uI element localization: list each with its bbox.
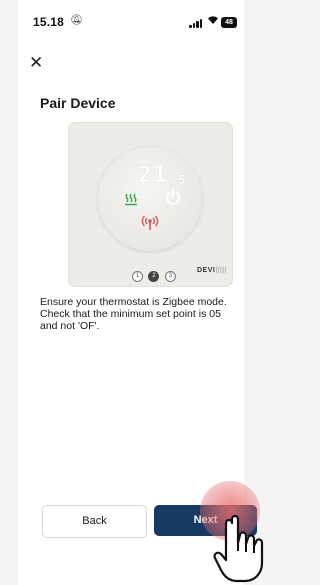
display-temperature: 21 — [138, 163, 169, 188]
bell-off-icon: 🔕︎ — [70, 15, 83, 26]
brand-logo: DEVI||||| — [197, 267, 227, 274]
power-icon — [165, 189, 181, 210]
page-title: Pair Device — [40, 95, 116, 111]
back-button[interactable]: Back — [42, 505, 147, 538]
step-indicator: 1 2 3 — [132, 264, 177, 282]
thermostat-image: 21 .5 1 2 3 DEVI||||| — [68, 122, 233, 287]
display-temperature-decimal: .5 — [171, 173, 186, 187]
heating-icon — [124, 193, 138, 209]
instruction-text: Ensure your thermostat is Zigbee mode. C… — [40, 296, 227, 332]
wifi-icon — [207, 15, 219, 28]
step-2: 2 — [148, 271, 160, 282]
status-time: 15.18 — [33, 15, 65, 29]
brand-name: DEVI — [197, 267, 216, 274]
signal-icon — [189, 18, 203, 28]
thermostat-dial: 21 .5 — [98, 147, 202, 251]
battery-icon: 48 — [221, 17, 237, 28]
status-bar: 15.18 🔕︎ 48 — [18, 0, 244, 34]
pointer-hand-icon — [213, 514, 264, 583]
antenna-icon — [141, 215, 159, 236]
step-3: 3 — [164, 271, 176, 282]
app-screen: 15.18 🔕︎ 48 ✕ Pair Device 21 .5 1 2 3 DE… — [18, 0, 264, 585]
close-icon[interactable]: ✕ — [29, 54, 43, 71]
step-1: 1 — [132, 271, 143, 282]
